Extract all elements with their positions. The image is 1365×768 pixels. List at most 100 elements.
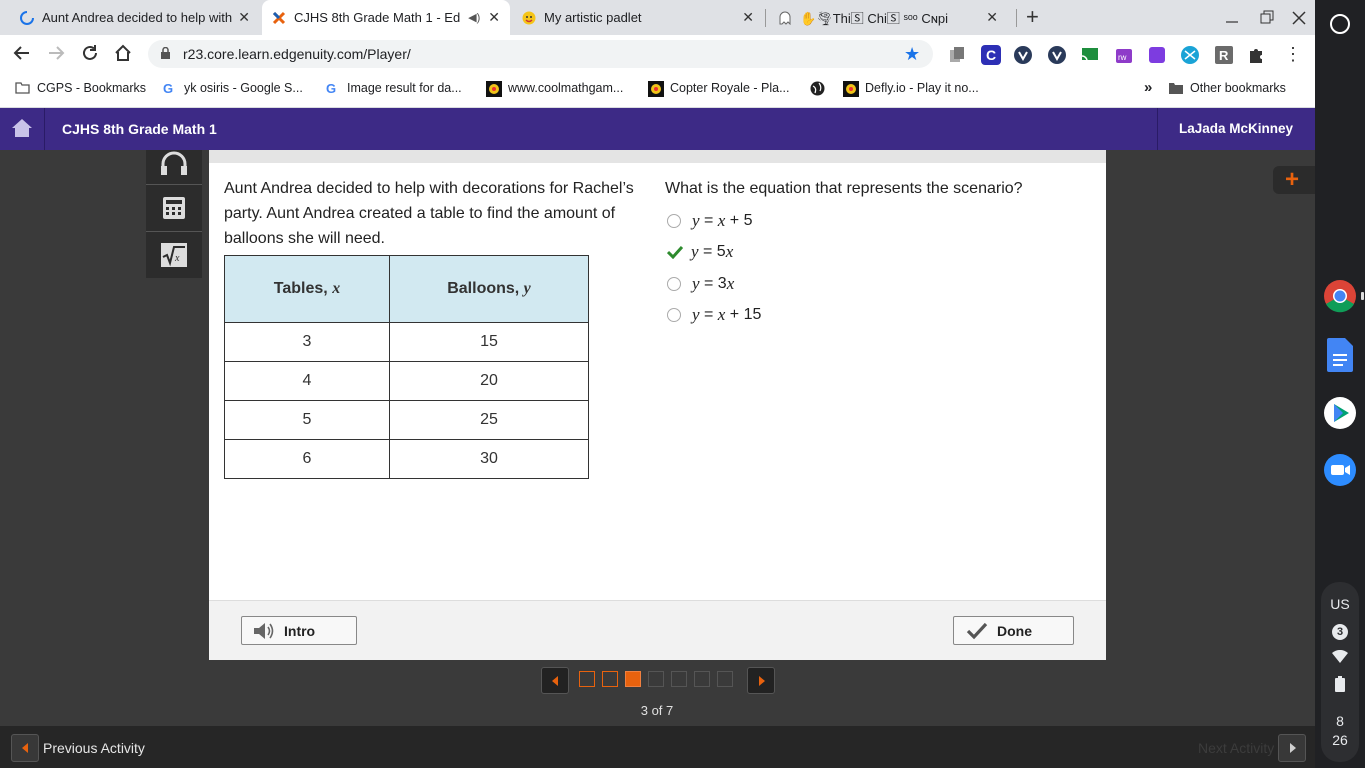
play-store-icon[interactable]	[1323, 396, 1357, 435]
bookmarks-bar: CGPS - Bookmarks G yk osiris - Google S.…	[0, 72, 1315, 108]
header-divider	[1157, 108, 1158, 150]
page-square-6[interactable]	[694, 671, 710, 687]
close-window-button[interactable]	[1289, 9, 1309, 27]
bookmark-item[interactable]: CGPS - Bookmarks	[15, 81, 146, 95]
table-row: 3 15	[224, 322, 589, 362]
answer-option-2[interactable]: y = 5x	[666, 241, 733, 263]
radio-button[interactable]	[667, 277, 681, 291]
home-button[interactable]	[0, 108, 45, 150]
extension-purple-icon[interactable]	[1147, 45, 1167, 70]
extensions-area: C rw R ⋮	[946, 44, 1306, 66]
page-square-3-current[interactable]	[625, 671, 641, 687]
puzzle-rw-icon[interactable]: rw	[1114, 45, 1134, 70]
shield-icon[interactable]	[1047, 45, 1067, 70]
previous-activity-label[interactable]: Previous Activity	[43, 740, 145, 756]
back-button[interactable]	[12, 43, 32, 68]
formula-button[interactable]: x	[146, 232, 202, 278]
new-tab-button[interactable]: +	[1026, 4, 1039, 30]
course-title: CJHS 8th Grade Math 1	[62, 121, 217, 137]
globe-icon	[810, 81, 825, 96]
tab-padlet[interactable]: My artistic padlet ✕	[512, 0, 764, 35]
zoom-app-icon[interactable]	[1323, 453, 1357, 492]
wifi-icon	[1331, 649, 1349, 669]
bookmark-label: Defly.io - Play it no...	[865, 81, 979, 95]
previous-activity-button[interactable]	[11, 734, 39, 762]
prev-page-button[interactable]	[541, 667, 569, 694]
next-activity-button[interactable]	[1278, 734, 1306, 762]
calculator-button[interactable]	[146, 185, 202, 232]
page-square-2[interactable]	[602, 671, 618, 687]
arrow-right-icon	[1290, 743, 1296, 753]
bookmark-item[interactable]: Defly.io - Play it no...	[843, 81, 979, 97]
page-square-7[interactable]	[717, 671, 733, 687]
extension-r-icon[interactable]: R	[1214, 45, 1234, 70]
close-icon[interactable]: ✕	[488, 9, 500, 26]
cast-icon[interactable]	[1080, 46, 1100, 69]
address-bar[interactable]: r23.core.learn.edgenuity.com/Player/ ★	[148, 40, 933, 68]
extension-globe-icon[interactable]	[1180, 45, 1200, 70]
bookmarks-overflow-button[interactable]: »	[1144, 79, 1152, 96]
launcher-button[interactable]	[1330, 14, 1350, 34]
speaker-icon	[254, 623, 274, 639]
tab-title: ✋🌪Thi🅂 Chi🅂 ˢᵒᵒ Cɴpi	[800, 11, 949, 26]
restore-button[interactable]	[1256, 10, 1276, 26]
radio-button[interactable]	[667, 308, 681, 322]
table-cell: 6	[224, 439, 390, 479]
tab-edgenuity[interactable]: CJHS 8th Grade Math 1 - Edg ◀) ✕	[262, 0, 510, 35]
lock-icon	[160, 46, 171, 65]
page-square-4[interactable]	[648, 671, 664, 687]
arrow-left-icon	[22, 743, 28, 753]
answer-option-4[interactable]: y = x + 15	[667, 304, 761, 326]
extension-stack-icon[interactable]	[948, 46, 966, 69]
bookmark-item[interactable]: www.coolmathgam...	[486, 81, 623, 97]
close-icon[interactable]: ✕	[742, 9, 754, 26]
status-tray[interactable]: US 3 8 26	[1321, 582, 1359, 762]
answer-option-1[interactable]: y = x + 5	[667, 210, 752, 232]
question-text: What is the equation that represents the…	[665, 180, 1023, 197]
other-bookmarks[interactable]: Other bookmarks	[1168, 81, 1286, 95]
page-square-5[interactable]	[671, 671, 687, 687]
bookmark-item[interactable]: Copter Royale - Pla...	[648, 81, 790, 97]
next-activity-label: Next Activity	[1198, 740, 1275, 756]
reload-button[interactable]	[80, 43, 100, 68]
page-squares	[579, 671, 739, 689]
coolmath-icon	[843, 81, 859, 97]
tab-title: Aunt Andrea decided to help with	[42, 10, 233, 25]
checkmark-icon	[966, 622, 988, 640]
check-icon	[666, 245, 684, 260]
problem-text: Aunt Andrea decided to help with decorat…	[224, 180, 634, 247]
page-square-1[interactable]	[579, 671, 595, 687]
bookmark-item[interactable]: G Image result for da...	[325, 81, 462, 96]
clock-hour: 8	[1336, 713, 1344, 729]
tab-aunt-andrea[interactable]: Aunt Andrea decided to help with ✕	[10, 0, 260, 35]
bookmark-item[interactable]: G yk osiris - Google S...	[162, 81, 303, 96]
next-page-button[interactable]	[747, 667, 775, 694]
speaker-icon: ◀)	[468, 12, 481, 24]
menu-kebab-icon[interactable]: ⋮	[1284, 44, 1302, 64]
close-icon[interactable]: ✕	[238, 9, 250, 26]
chrome-app-icon[interactable]	[1323, 279, 1357, 318]
user-name[interactable]: LaJada McKinney	[1179, 121, 1293, 136]
activity-panel: Aunt Andrea decided to help with decorat…	[209, 150, 1106, 660]
forward-button[interactable]	[46, 43, 66, 68]
done-button[interactable]: Done	[953, 616, 1074, 645]
google-docs-icon[interactable]	[1327, 338, 1353, 377]
add-note-button[interactable]: +	[1273, 166, 1315, 194]
answer-option-3[interactable]: y = 3x	[667, 273, 734, 295]
headphones-button[interactable]	[146, 150, 202, 185]
radio-button[interactable]	[667, 214, 681, 228]
bookmark-item[interactable]	[810, 81, 832, 96]
extension-c-icon[interactable]: C	[981, 45, 1001, 70]
close-icon[interactable]: ✕	[986, 9, 998, 26]
home-button[interactable]	[113, 43, 133, 68]
extensions-puzzle-icon[interactable]	[1246, 45, 1266, 70]
bookmark-star-icon[interactable]: ★	[904, 44, 920, 65]
tab-divider	[765, 9, 766, 27]
shield-icon[interactable]	[1013, 45, 1033, 70]
intro-button[interactable]: Intro	[241, 616, 357, 645]
tab-emoji[interactable]: ✋🌪Thi🅂 Chi🅂 ˢᵒᵒ Cɴpi ✕	[768, 0, 1008, 35]
calculator-icon	[163, 197, 185, 219]
minimize-button[interactable]	[1222, 10, 1242, 26]
google-icon: G	[325, 81, 339, 96]
table-cell: 20	[389, 361, 589, 401]
